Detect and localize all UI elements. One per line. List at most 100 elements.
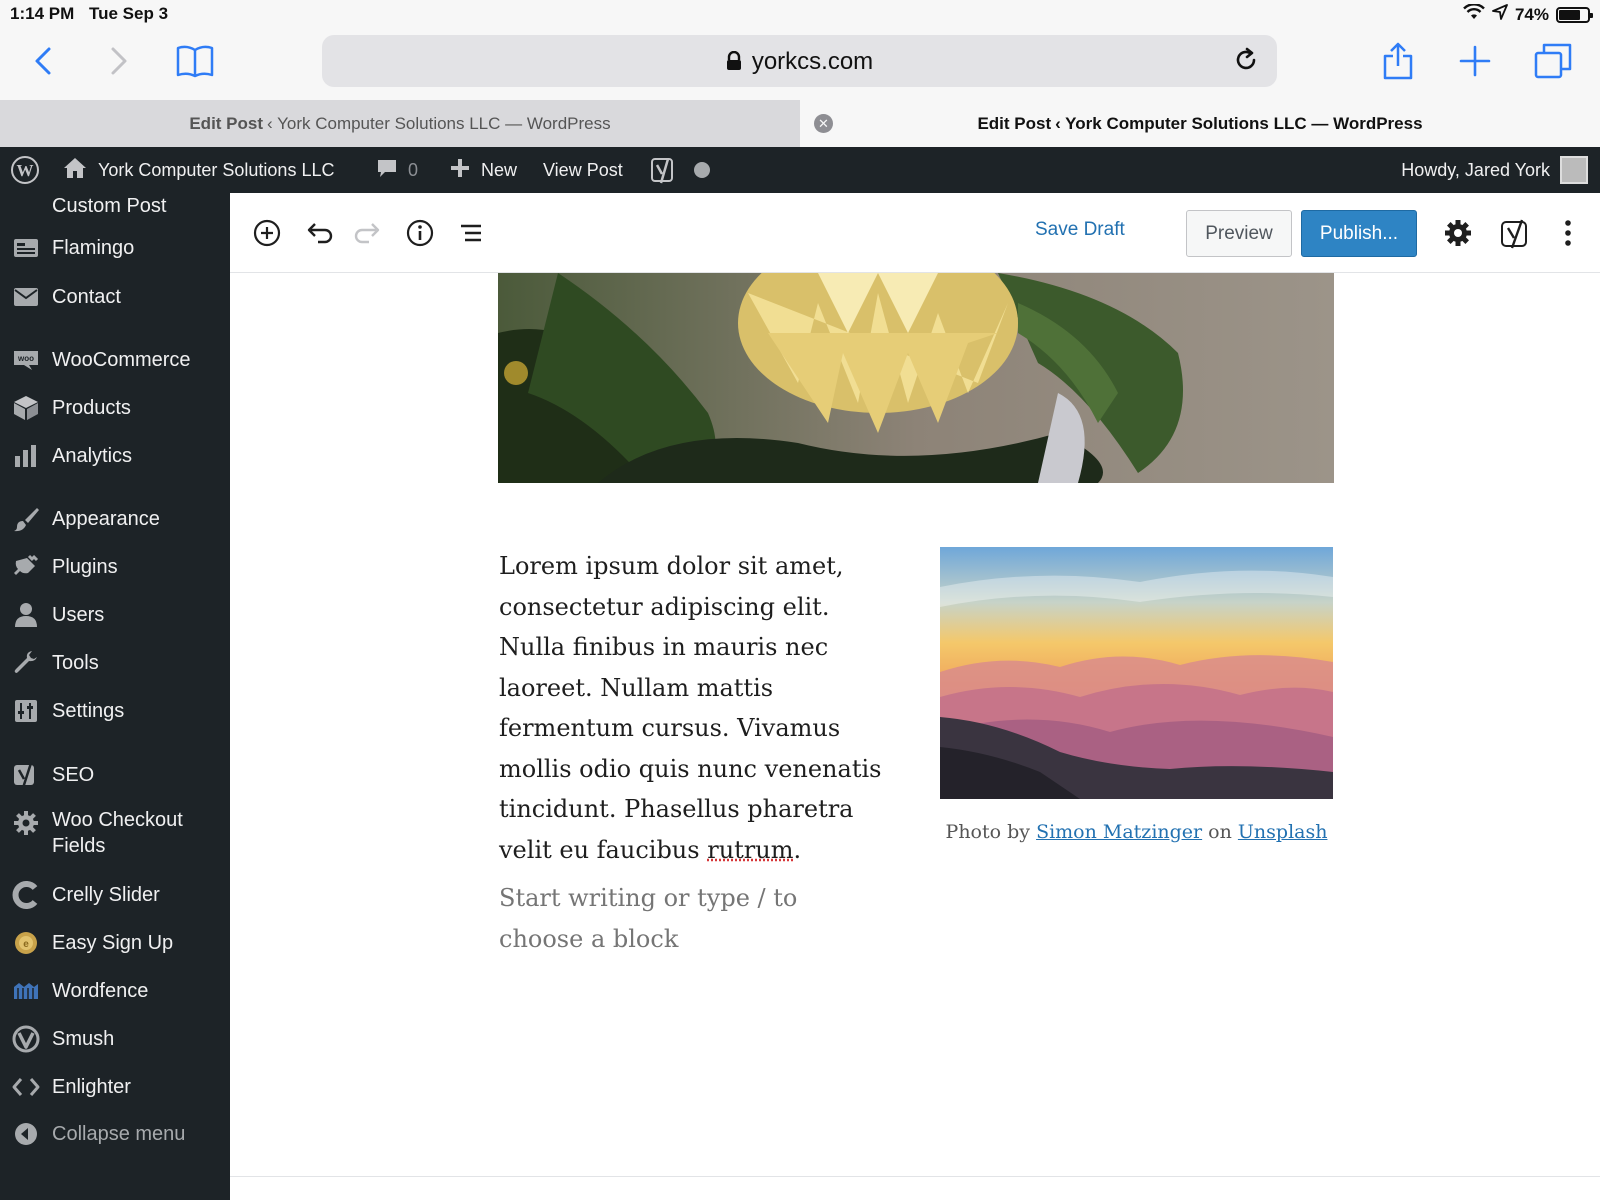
caption-author-link[interactable]: Simon Matzinger bbox=[1036, 821, 1202, 843]
editor-footer bbox=[230, 1176, 1600, 1200]
info-icon[interactable] bbox=[400, 213, 440, 253]
yoast-seo-icon[interactable] bbox=[1496, 213, 1536, 253]
sidebar-item-label: WooCommerce bbox=[52, 349, 191, 371]
caption-prefix: Photo by bbox=[945, 821, 1031, 843]
gear-icon bbox=[12, 809, 40, 837]
sidebar-item-label: Settings bbox=[52, 700, 125, 722]
close-tab-icon[interactable]: ✕ bbox=[814, 114, 833, 133]
empty-block-placeholder[interactable]: Start writing or type / to choose a bloc… bbox=[499, 878, 819, 959]
sidebar-item-label: Tools bbox=[52, 652, 99, 674]
flamingo-icon bbox=[12, 234, 40, 262]
plug-icon bbox=[12, 553, 40, 581]
comment-icon bbox=[376, 157, 398, 184]
sidebar-item-crelly-slider[interactable]: Crelly Slider bbox=[0, 880, 230, 910]
sidebar-item-analytics[interactable]: Analytics bbox=[0, 441, 230, 471]
sidebar-item-appearance[interactable]: Appearance bbox=[0, 504, 230, 534]
wordfence-icon bbox=[12, 977, 40, 1005]
caption-mid: on bbox=[1208, 821, 1232, 843]
home-icon bbox=[62, 156, 88, 185]
svg-text:woo: woo bbox=[17, 354, 34, 363]
sidebar-item-label: Flamingo bbox=[52, 237, 135, 259]
view-post-label: View Post bbox=[543, 159, 623, 180]
add-block-icon[interactable] bbox=[247, 213, 287, 253]
share-button[interactable] bbox=[1375, 40, 1421, 82]
sidebar-item-label: Wordfence bbox=[52, 980, 149, 1002]
sidebar-item-custom-post[interactable]: Custom Post bbox=[0, 193, 230, 219]
sidebar-item-products[interactable]: Products bbox=[0, 393, 230, 423]
smush-icon bbox=[12, 1025, 40, 1053]
status-right: 74% bbox=[1463, 3, 1593, 25]
browser-chrome: 1:14 PM Tue Sep 3 74% yorkcs.com Edit Po… bbox=[0, 0, 1600, 147]
sidebar-item-label: Users bbox=[52, 604, 105, 626]
comments-link[interactable]: 0 bbox=[376, 147, 418, 193]
site-name: York Computer Solutions LLC bbox=[98, 159, 335, 180]
sidebar-item-seo[interactable]: SEO bbox=[0, 760, 230, 790]
tab-title-rest: ‹ York Computer Solutions LLC — WordPres… bbox=[267, 113, 611, 133]
sidebar-item-flamingo[interactable]: Flamingo bbox=[0, 233, 230, 263]
sidebar-item-wordfence[interactable]: Wordfence bbox=[0, 976, 230, 1006]
tab-title-rest: ‹ York Computer Solutions LLC — WordPres… bbox=[1055, 113, 1423, 133]
sidebar-item-label: Easy Sign Up bbox=[52, 932, 174, 954]
back-button[interactable] bbox=[20, 40, 66, 82]
forward-button[interactable] bbox=[96, 40, 142, 82]
sidebar-item-plugins[interactable]: Plugins bbox=[0, 552, 230, 582]
redo-icon[interactable] bbox=[349, 213, 389, 253]
block-navigation-icon[interactable] bbox=[451, 213, 491, 253]
mail-icon bbox=[12, 283, 40, 311]
flower-image-block[interactable] bbox=[498, 273, 1334, 483]
sidebar-item-label: Appearance bbox=[52, 508, 160, 530]
sidebar-item-label: SEO bbox=[52, 764, 95, 786]
site-name-link[interactable]: York Computer Solutions LLC bbox=[62, 147, 334, 193]
publish-button[interactable]: Publish... bbox=[1301, 210, 1417, 257]
wifi-icon bbox=[1463, 3, 1485, 25]
tabs-overview-button[interactable] bbox=[1530, 40, 1576, 82]
sidebar-item-woocommerce[interactable]: woo WooCommerce bbox=[0, 345, 230, 375]
collapse-menu-button[interactable]: Collapse menu bbox=[0, 1119, 230, 1149]
wrench-icon bbox=[12, 649, 40, 677]
sidebar-item-enlighter[interactable]: Enlighter bbox=[0, 1072, 230, 1102]
sidebar-item-contact[interactable]: Contact bbox=[0, 282, 230, 312]
paragraph-block[interactable]: Lorem ipsum dolor sit amet, consectetur … bbox=[499, 546, 899, 870]
undo-icon[interactable] bbox=[298, 213, 338, 253]
more-options-icon[interactable] bbox=[1548, 213, 1588, 253]
browser-toolbar: yorkcs.com bbox=[0, 30, 1600, 100]
sliders-icon bbox=[12, 697, 40, 725]
lock-icon bbox=[726, 50, 742, 78]
sidebar-item-tools[interactable]: Tools bbox=[0, 648, 230, 678]
sidebar-item-smush[interactable]: Smush bbox=[0, 1024, 230, 1054]
comments-count: 0 bbox=[408, 159, 419, 180]
sidebar-item-settings[interactable]: Settings bbox=[0, 696, 230, 726]
tab-title-bold: Edit Post bbox=[977, 113, 1052, 133]
preview-button[interactable]: Preview bbox=[1186, 210, 1292, 257]
save-draft-button[interactable]: Save Draft bbox=[1035, 219, 1125, 241]
sunset-image-block[interactable] bbox=[940, 547, 1333, 799]
box-icon bbox=[12, 394, 40, 422]
howdy-label: Howdy, Jared York bbox=[1401, 159, 1550, 180]
sidebar-item-easy-sign-up[interactable]: e Easy Sign Up bbox=[0, 928, 230, 958]
editor-canvas: Lorem ipsum dolor sit amet, consectetur … bbox=[230, 273, 1600, 1176]
battery-icon bbox=[1556, 6, 1593, 23]
bookmarks-button[interactable] bbox=[172, 40, 218, 82]
caption-site-link[interactable]: Unsplash bbox=[1238, 821, 1328, 843]
brush-icon bbox=[12, 505, 40, 533]
svg-text:e: e bbox=[23, 939, 29, 950]
browser-tab-1[interactable]: Edit Post ‹ York Computer Solutions LLC … bbox=[0, 100, 800, 147]
sidebar-item-label: Analytics bbox=[52, 445, 133, 467]
code-icon bbox=[12, 1073, 40, 1101]
sidebar-item-label: Custom Post bbox=[52, 195, 167, 217]
view-post-link[interactable]: View Post bbox=[543, 147, 623, 193]
reload-icon[interactable] bbox=[1233, 47, 1259, 78]
account-menu[interactable]: Howdy, Jared York bbox=[1401, 147, 1588, 193]
sidebar-item-users[interactable]: Users bbox=[0, 600, 230, 630]
status-time: 1:14 PM bbox=[10, 4, 75, 23]
paragraph-text: Lorem ipsum dolor sit amet, consectetur … bbox=[499, 552, 882, 864]
sidebar-item-woo-checkout-fields[interactable]: Woo Checkout Fields bbox=[0, 807, 230, 861]
new-tab-button[interactable] bbox=[1452, 40, 1498, 82]
address-bar[interactable]: yorkcs.com bbox=[322, 35, 1277, 87]
wp-logo-icon[interactable]: W bbox=[10, 147, 40, 193]
browser-tab-2[interactable]: ✕ Edit Post ‹ York Computer Solutions LL… bbox=[800, 100, 1600, 147]
yoast-admin-icon[interactable] bbox=[651, 147, 677, 193]
settings-gear-icon[interactable] bbox=[1438, 213, 1478, 253]
new-content-link[interactable]: New bbox=[449, 147, 517, 193]
image-caption: Photo by Simon Matzinger on Unsplash bbox=[940, 821, 1333, 843]
